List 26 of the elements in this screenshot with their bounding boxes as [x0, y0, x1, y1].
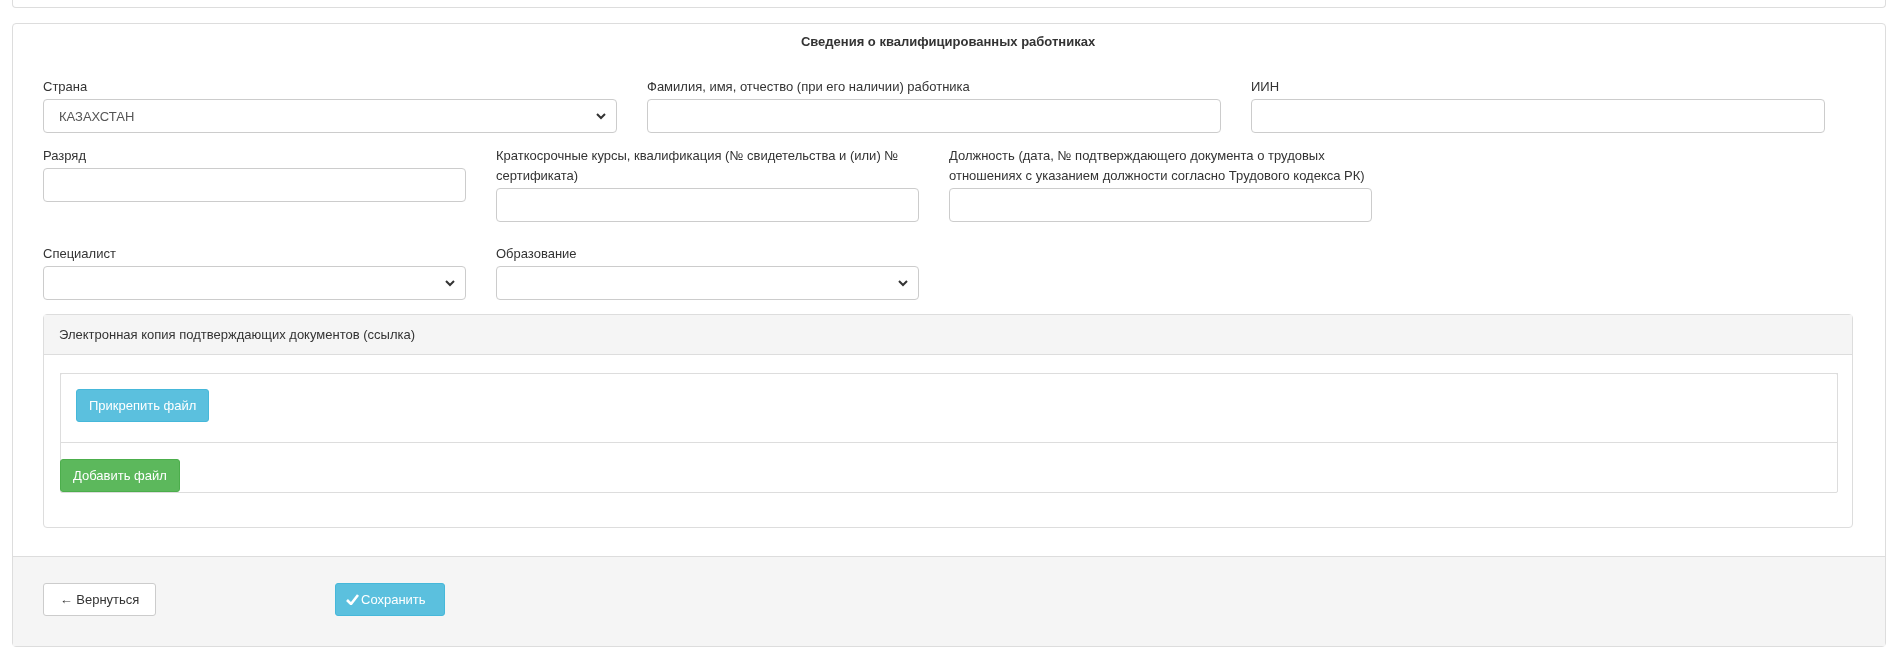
checkmark-icon: [346, 594, 359, 605]
input-field[interactable]: [949, 188, 1372, 222]
select-field[interactable]: [43, 266, 466, 300]
save-button[interactable]: Сохранить: [335, 583, 445, 616]
input-field[interactable]: [496, 188, 919, 222]
select-field[interactable]: КАЗАХСТАН: [43, 99, 617, 133]
field-label: Должность (дата, № подтверждающего документа о трудовых отношениях с указанием должности согласно Трудового кодекса РК): [949, 147, 1366, 185]
caret-icon: [898, 279, 908, 287]
field-label: Фамилия, имя, отчество (при его наличии) работника: [647, 78, 971, 96]
panel-title: Электронная копия подтверждающих документов (ссылка): [59, 327, 415, 342]
field-label: Краткосрочные курсы, квалификация (№ свидетельства и (или) № сертификата): [496, 147, 900, 185]
field-label: Страна: [43, 78, 89, 96]
caret-icon: [445, 279, 455, 287]
select-field[interactable]: [496, 266, 919, 300]
field-label: Специалист: [43, 245, 117, 263]
attach-file-button[interactable]: Прикрепить файл: [76, 389, 210, 422]
form-title: Сведения о квалифицированных работниках: [799, 34, 1097, 49]
input-field[interactable]: [1251, 99, 1825, 133]
add-file-button[interactable]: Добавить файл: [60, 459, 180, 492]
field-label: ИИН: [1251, 78, 1281, 96]
back-button[interactable]: ← Вернуться: [43, 583, 156, 616]
input-field[interactable]: [647, 99, 1221, 133]
input-field[interactable]: [43, 168, 466, 202]
field-label: Разряд: [43, 147, 87, 165]
caret-icon: [596, 112, 606, 120]
field-label: Образование: [496, 245, 578, 263]
